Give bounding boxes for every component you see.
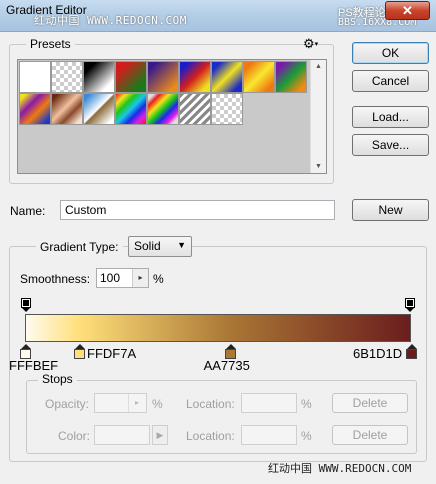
name-field[interactable]: Custom bbox=[60, 200, 335, 220]
color-stop-hex-label: 6B1D1D bbox=[353, 346, 403, 361]
gradient-bar[interactable] bbox=[25, 314, 411, 342]
color-stop-hex-label: FFFBEF bbox=[9, 358, 59, 373]
chevron-down-icon: ▼ bbox=[177, 240, 186, 250]
opacity-delete-button[interactable]: Delete bbox=[332, 393, 408, 413]
scroll-down-icon[interactable]: ▼ bbox=[315, 163, 322, 170]
cancel-button[interactable]: Cancel bbox=[352, 70, 429, 92]
opacity-stop-left[interactable] bbox=[21, 298, 31, 312]
stops-legend: Stops bbox=[38, 372, 77, 386]
preset-swatch[interactable] bbox=[147, 93, 179, 125]
preset-swatch[interactable] bbox=[147, 61, 179, 93]
color-location-label: Location: bbox=[186, 429, 235, 443]
color-stop[interactable] bbox=[74, 344, 86, 360]
load-button[interactable]: Load... bbox=[352, 106, 429, 128]
color-menu-arrow-icon[interactable]: ▶ bbox=[152, 425, 168, 445]
ok-button[interactable]: OK bbox=[352, 42, 429, 64]
smoothness-label: Smoothness: bbox=[20, 272, 91, 286]
opacity-location-input[interactable] bbox=[241, 393, 297, 413]
preset-swatch[interactable] bbox=[51, 93, 83, 125]
preset-swatch[interactable] bbox=[179, 93, 211, 125]
color-location-unit: % bbox=[301, 429, 312, 443]
gear-icon[interactable]: ⚙▾ bbox=[303, 37, 318, 51]
preset-swatch[interactable] bbox=[243, 61, 275, 93]
smoothness-value: 100 bbox=[100, 271, 121, 285]
close-button[interactable]: ✕ bbox=[385, 1, 430, 20]
color-stop-hex-label: FFDF7A bbox=[87, 346, 137, 361]
smoothness-unit: % bbox=[153, 272, 164, 286]
preset-swatch[interactable] bbox=[115, 93, 147, 125]
color-delete-button[interactable]: Delete bbox=[332, 425, 408, 445]
preset-swatch[interactable] bbox=[83, 61, 115, 93]
opacity-location-unit: % bbox=[301, 397, 312, 411]
opacity-stop-right[interactable] bbox=[405, 298, 415, 312]
opacity-stepper-icon[interactable]: ▸ bbox=[128, 394, 145, 412]
name-label: Name: bbox=[10, 204, 46, 218]
color-location-input[interactable] bbox=[241, 425, 297, 445]
save-button[interactable]: Save... bbox=[352, 134, 429, 156]
scroll-up-icon[interactable]: ▲ bbox=[315, 63, 322, 70]
color-stop[interactable] bbox=[406, 344, 418, 360]
opacity-label: Opacity: bbox=[45, 397, 90, 411]
preset-swatch[interactable] bbox=[275, 61, 307, 93]
new-button[interactable]: New bbox=[352, 199, 429, 221]
smoothness-input[interactable]: 100 ▸ bbox=[96, 268, 149, 288]
preset-swatch[interactable] bbox=[19, 93, 51, 125]
preset-swatch[interactable] bbox=[51, 61, 83, 93]
gradient-type-select[interactable]: Solid ▼ bbox=[128, 236, 192, 257]
opacity-location-label: Location: bbox=[186, 397, 235, 411]
presets-legend: Presets bbox=[26, 37, 75, 51]
gradient-type-label: Gradient Type: bbox=[36, 240, 123, 254]
color-stop-hex-label: AA7735 bbox=[203, 358, 250, 373]
presets-scrollbar[interactable]: ▲ ▼ bbox=[310, 60, 326, 173]
preset-swatch[interactable] bbox=[211, 61, 243, 93]
watermark-top-left: 红动中国 WWW.REDOCN.COM bbox=[34, 14, 187, 27]
preset-swatch-list: ▲ ▼ bbox=[17, 59, 327, 174]
preset-swatch[interactable] bbox=[211, 93, 243, 125]
smoothness-stepper-icon[interactable]: ▸ bbox=[132, 269, 148, 287]
opacity-unit: % bbox=[152, 397, 163, 411]
color-label: Color: bbox=[58, 429, 91, 443]
preset-swatch[interactable] bbox=[115, 61, 147, 93]
gradient-type-value: Solid bbox=[134, 239, 161, 253]
watermark-bottom: 红动中国 WWW.REDOCN.COM bbox=[268, 462, 412, 475]
preset-swatch[interactable] bbox=[83, 93, 115, 125]
preset-swatch[interactable] bbox=[179, 61, 211, 93]
color-swatch-input[interactable] bbox=[94, 425, 150, 445]
preset-swatch[interactable] bbox=[19, 61, 51, 93]
